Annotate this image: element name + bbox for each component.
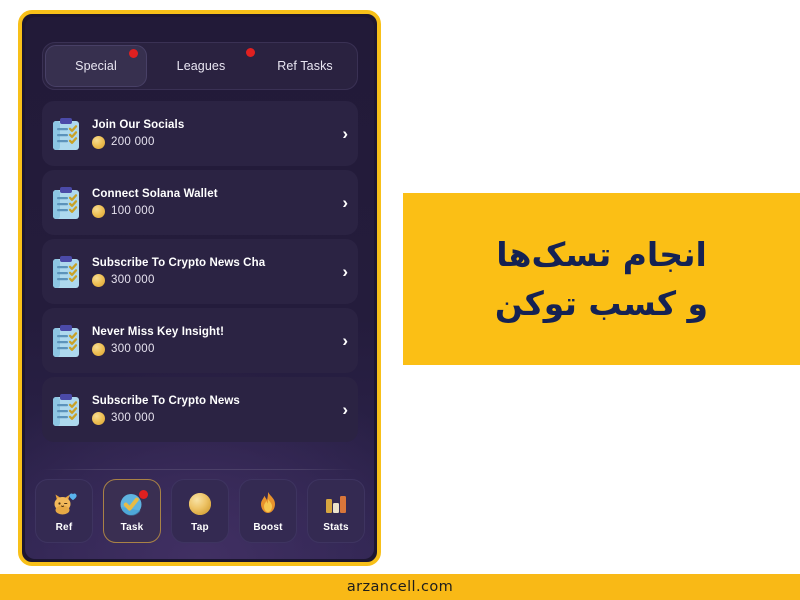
task-title: Subscribe To Crypto News [92,394,240,407]
clipboard-checklist-icon [51,117,81,151]
task-title: Subscribe To Crypto News Cha [92,256,266,269]
task-text: Join Our Socials 200 000 [92,119,336,149]
task-reward: 300 000 [92,342,336,356]
nav-item-stats-label: Stats [323,522,349,533]
content-divider [42,469,358,470]
notification-dot-icon [129,49,138,58]
chevron-right-icon[interactable]: › [342,332,348,349]
notification-dot-icon [139,490,148,499]
task-title: Connect Solana Wallet [92,187,218,200]
flame-icon [253,489,283,518]
nav-item-ref[interactable]: Ref [35,479,93,543]
nav-item-tap-label: Tap [191,522,209,533]
clipboard-checklist-icon [51,393,81,427]
coin-icon [92,411,105,425]
nav-item-stats[interactable]: Stats [307,479,365,543]
screenshot-canvas: Special Leagues Ref Tasks Join Our Socia… [0,0,800,600]
task-reward-amount: 300 000 [111,343,155,355]
chevron-right-icon[interactable]: › [342,263,348,280]
nav-item-boost[interactable]: Boost [239,479,297,543]
task-reward: 300 000 [92,273,336,287]
tab-ref-tasks[interactable]: Ref Tasks [255,45,355,87]
chevron-right-icon[interactable]: › [342,194,348,211]
nav-item-task-label: Task [120,522,144,533]
task-reward-amount: 300 000 [111,274,155,286]
task-text: Connect Solana Wallet 100 000 [92,188,336,218]
footer-bar: arzancell.com [0,574,800,600]
task-reward-amount: 300 000 [111,412,155,424]
task-reward-amount: 100 000 [111,205,155,217]
coin-icon [185,489,215,518]
task-title: Never Miss Key Insight! [92,325,225,338]
task-row[interactable]: Subscribe To Crypto News 300 000 › [42,377,358,442]
clipboard-checklist-icon [51,255,81,289]
coin-icon [92,135,105,149]
nav-item-tap[interactable]: Tap [171,479,229,543]
nav-item-ref-label: Ref [55,522,73,533]
task-row[interactable]: Join Our Socials 200 000 › [42,101,358,166]
task-text: Never Miss Key Insight! 300 000 [92,326,336,356]
promo-headline-line-2: و کسب توکن [494,284,709,323]
tab-special-label: Special [75,59,117,73]
task-row[interactable]: Never Miss Key Insight! 300 000 › [42,308,358,373]
clipboard-checklist-icon [51,186,81,220]
task-reward: 100 000 [92,204,336,218]
coin-icon [92,342,105,356]
bar-chart-icon [321,489,351,518]
tab-special[interactable]: Special [45,45,147,87]
coin-icon [92,204,105,218]
task-row[interactable]: Subscribe To Crypto News Cha 300 000 › [42,239,358,304]
task-reward: 200 000 [92,135,336,149]
clipboard-checklist-icon [51,324,81,358]
task-reward-amount: 200 000 [111,136,155,148]
tab-leagues-label: Leagues [176,59,226,73]
coin-icon [92,273,105,287]
task-title: Join Our Socials [92,118,185,131]
phone-frame: Special Leagues Ref Tasks Join Our Socia… [18,10,381,566]
chevron-right-icon[interactable]: › [342,125,348,142]
nav-item-boost-label: Boost [253,522,283,533]
task-reward: 300 000 [92,411,336,425]
tab-leagues[interactable]: Leagues [151,45,255,87]
cat-heart-icon [49,489,79,518]
task-text: Subscribe To Crypto News 300 000 [92,395,336,425]
phone-screen: Special Leagues Ref Tasks Join Our Socia… [25,17,374,559]
task-category-tabs: Special Leagues Ref Tasks [42,42,358,90]
task-list: Join Our Socials 200 000 › Connect Solan… [42,101,358,446]
promo-headline-panel: انجام تسک‌ها و کسب توکن [403,193,800,365]
bottom-navigation: Ref Task Tap Boost Stats [35,477,365,545]
nav-item-task[interactable]: Task [103,479,161,543]
footer-website-text: arzancell.com [346,579,454,595]
task-text: Subscribe To Crypto News Cha 300 000 [92,257,336,287]
promo-headline-line-1: انجام تسک‌ها [496,234,707,274]
tab-ref-tasks-label: Ref Tasks [277,59,333,73]
task-row[interactable]: Connect Solana Wallet 100 000 › [42,170,358,235]
notification-dot-icon [246,48,255,57]
chevron-right-icon[interactable]: › [342,401,348,418]
